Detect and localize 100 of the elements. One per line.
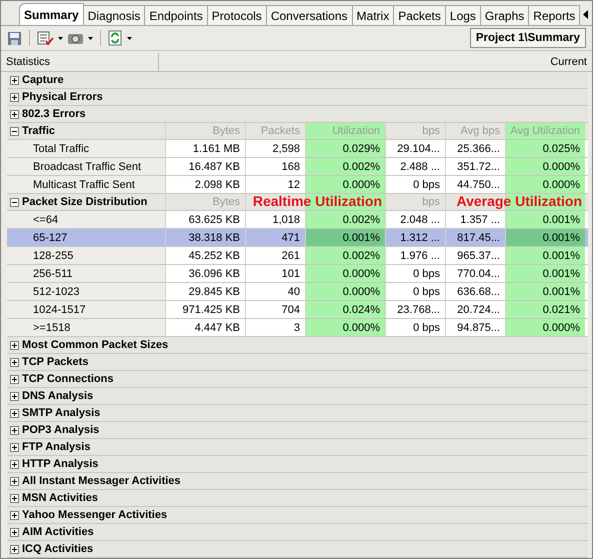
group-label[interactable]: SMTP Analysis <box>22 407 100 419</box>
group-label[interactable]: FTP Analysis <box>22 441 90 453</box>
collapse-icon[interactable] <box>10 198 19 206</box>
tab[interactable]: Summary <box>19 3 84 25</box>
row-label: 512-1023 <box>7 283 165 300</box>
row-label: >=1518 <box>7 319 165 336</box>
annotation-label: Realtime Utilization <box>252 193 382 209</box>
column-header: bps <box>385 123 445 139</box>
tab[interactable]: Logs <box>444 5 481 25</box>
table-row[interactable]: 512-1023 29.845 KB 40 0.000% 0 bps 636.68... 0.001% <box>7 283 588 301</box>
column-header: Bytes <box>165 123 245 139</box>
table-cell: 0.000% <box>305 265 385 282</box>
column-header: Utilization <box>305 123 385 139</box>
expand-icon[interactable] <box>10 110 19 118</box>
tab[interactable]: Reports <box>528 5 580 25</box>
group-label[interactable]: ICQ Activities <box>22 543 94 555</box>
table-row[interactable]: Broadcast Traffic Sent 16.487 KB 168 0.002% 2.488 ... 351.72... 0.000% <box>7 158 588 176</box>
group-label[interactable]: DNS Analysis <box>22 390 94 402</box>
refresh-icon[interactable] <box>108 30 123 46</box>
expand-icon[interactable] <box>10 340 19 350</box>
expand-icon[interactable] <box>10 358 19 366</box>
expand-icon[interactable] <box>10 442 19 452</box>
group-label[interactable]: Packet Size Distribution <box>22 196 148 208</box>
group-label[interactable]: Most Common Packet Sizes <box>22 339 168 351</box>
collapse-icon[interactable] <box>10 126 19 136</box>
tab[interactable]: Matrix <box>352 5 394 25</box>
group-label[interactable]: Physical Errors <box>22 91 103 103</box>
table-row[interactable]: 128-255 45.252 KB 261 0.002% 1.976 ... 965.37... 0.001% <box>7 247 588 265</box>
table-cell: 0.001% <box>505 247 585 264</box>
row-label: 65-127 <box>32 230 68 246</box>
group-label[interactable]: POP3 Analysis <box>22 424 100 436</box>
table-row[interactable]: 256-511 36.096 KB 101 0.000% 0 bps 770.04... 0.001% <box>7 265 588 283</box>
expand-icon[interactable] <box>10 528 19 536</box>
tab[interactable]: Conversations <box>266 5 353 25</box>
breadcrumb: Project 1\Summary <box>470 28 586 48</box>
group-label[interactable]: AIM Activities <box>22 526 94 538</box>
table-cell: 0.002% <box>305 247 385 264</box>
group-label[interactable]: TCP Packets <box>22 356 88 368</box>
tab[interactable]: Protocols <box>206 5 267 25</box>
group-label[interactable]: Capture <box>22 74 64 86</box>
column-header[interactable]: Statistics <box>1 53 159 71</box>
table-cell: 0.000% <box>305 176 385 193</box>
group-label[interactable]: MSN Activities <box>22 492 98 504</box>
table-row[interactable]: 1024-1517 971.425 KB 704 0.024% 23.768... 20.724... 0.021% <box>7 301 588 319</box>
column-header: Bytes <box>165 194 245 210</box>
row-label: Broadcast Traffic Sent <box>7 158 165 175</box>
checklist-icon[interactable] <box>37 30 54 46</box>
table-cell: 38.318 KB <box>165 229 245 246</box>
column-header[interactable]: Current <box>159 53 592 71</box>
expand-icon[interactable] <box>10 460 19 468</box>
table-cell: 0.000% <box>505 158 585 175</box>
table-cell: 0.001% <box>505 265 585 282</box>
table-cell: 0.000% <box>305 283 385 300</box>
expand-icon[interactable] <box>10 374 19 384</box>
table-cell: 0.002% <box>305 211 385 228</box>
table-row[interactable]: 65-127 38.318 KB 471 0.001% 1.312 ... 817.45... 0.001% <box>7 229 588 247</box>
row-label: <=64 <box>7 211 165 228</box>
dropdown-caret-icon[interactable] <box>127 36 132 40</box>
expand-icon[interactable] <box>10 476 19 486</box>
table-cell: 0.024% <box>305 301 385 318</box>
group-label[interactable]: HTTP Analysis <box>22 458 98 470</box>
dropdown-caret-icon[interactable] <box>88 36 93 40</box>
table-row[interactable]: <=64 63.625 KB 1,018 0.002% 2.048 ... 1.357 ... 0.001% <box>7 211 588 229</box>
row-label: 1024-1517 <box>7 301 165 318</box>
tab[interactable]: Diagnosis <box>82 5 146 25</box>
tab[interactable]: Endpoints <box>144 5 208 25</box>
expand-icon[interactable] <box>10 392 19 400</box>
group-label[interactable]: 802.3 Errors <box>22 108 86 120</box>
table-cell: 0.001% <box>505 283 585 300</box>
table-cell: 1.312 ... <box>385 229 445 246</box>
expand-icon[interactable] <box>10 408 19 418</box>
save-icon[interactable] <box>7 30 22 46</box>
table-cell: 0.025% <box>505 140 585 157</box>
expand-icon[interactable] <box>10 76 19 84</box>
table-cell: 0.000% <box>505 319 585 336</box>
table-row[interactable]: >=1518 4.447 KB 3 0.000% 0 bps 94.875... 0.000% <box>7 319 588 337</box>
tab[interactable]: Graphs <box>480 5 530 25</box>
table-cell: 0.021% <box>505 301 585 318</box>
expand-icon[interactable] <box>10 92 19 102</box>
table-cell: 0.000% <box>305 319 385 336</box>
expand-icon[interactable] <box>10 494 19 502</box>
table-row[interactable]: Multicast Traffic Sent 2.098 KB 12 0.000% 0 bps 44.750... 0.000% <box>7 176 588 194</box>
table-cell: 0.001% <box>505 211 585 228</box>
row-label: Total Traffic <box>7 140 165 157</box>
table-row[interactable]: Total Traffic 1.161 MB 2,598 0.029% 29.104... 25.366... 0.025% <box>7 140 588 158</box>
group-label[interactable]: Traffic <box>22 125 56 137</box>
table-cell: 0.002% <box>305 158 385 175</box>
annotation-label: Average Utilization <box>456 193 582 209</box>
tab[interactable]: Packets <box>393 5 446 25</box>
expand-icon[interactable] <box>10 426 19 434</box>
expand-icon[interactable] <box>10 544 19 554</box>
group-label[interactable]: Yahoo Messenger Activities <box>22 509 168 521</box>
table-cell: 0.001% <box>305 229 385 246</box>
expand-icon[interactable] <box>10 510 19 520</box>
group-label[interactable]: TCP Connections <box>22 373 114 385</box>
group-label[interactable]: All Instant Messager Activities <box>22 475 181 487</box>
column-header: bps <box>385 194 445 210</box>
dropdown-caret-icon[interactable] <box>58 36 63 40</box>
scroll-left-icon[interactable] <box>583 10 588 19</box>
table-cell: 0.001% <box>505 229 585 246</box>
